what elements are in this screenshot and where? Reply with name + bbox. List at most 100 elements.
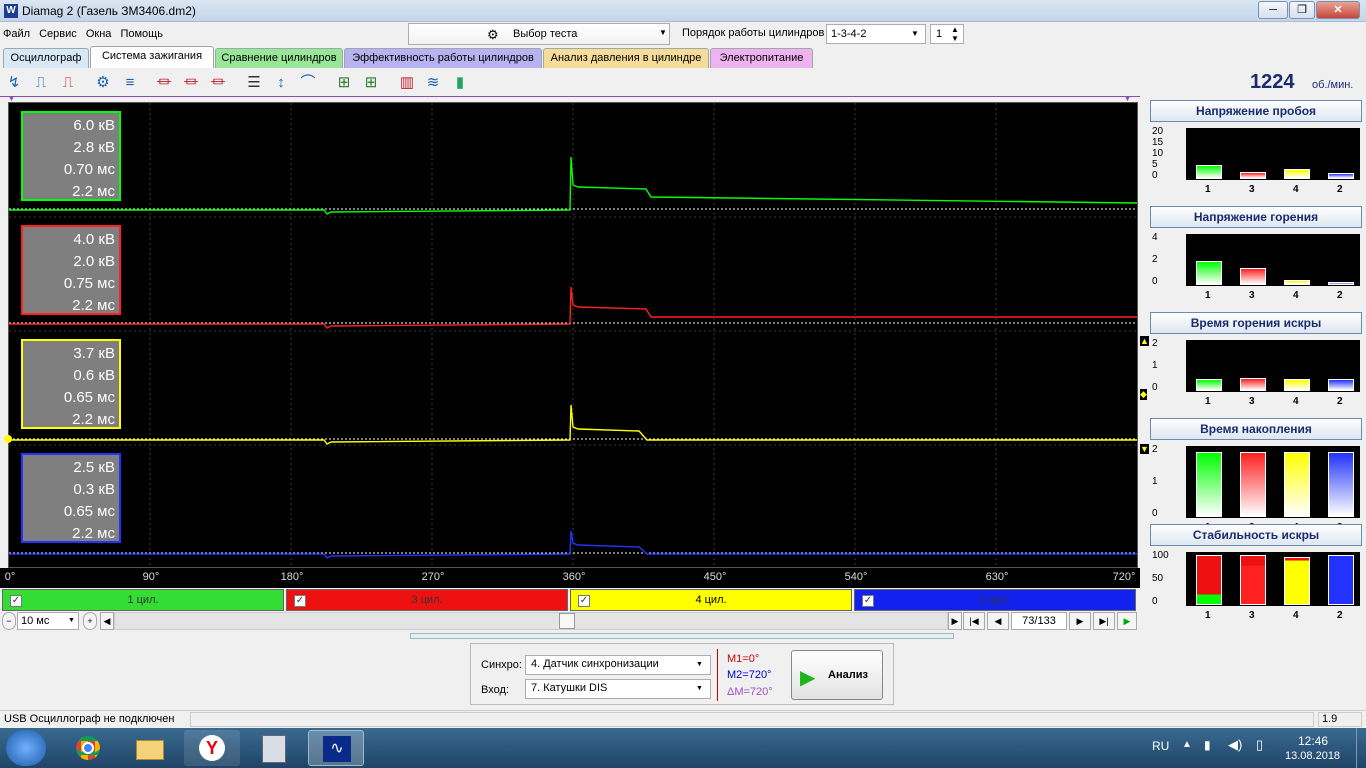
settings-icon: ⚙: [487, 27, 499, 42]
scan-view-icon[interactable]: ⊞: [361, 73, 381, 93]
clock-time[interactable]: 12:46: [1298, 734, 1328, 748]
network-icon[interactable]: ▮: [1204, 738, 1211, 752]
tab-cylinder-efficiency[interactable]: Эффективность работы цилиндров: [344, 48, 542, 68]
channel-level-icon[interactable]: [4, 435, 12, 443]
menu-service[interactable]: Сервис: [36, 24, 80, 44]
tab-power[interactable]: Электропитание: [710, 48, 813, 68]
histogram-view-icon[interactable]: ▥: [397, 73, 417, 93]
panel-1: Напряжение пробоя 20 15 10 5 0 1 3 4 2: [1150, 100, 1362, 202]
menu-windows[interactable]: Окна: [83, 24, 115, 44]
channel-align-icon[interactable]: ⏛: [181, 73, 201, 93]
fall-edge-icon[interactable]: ⎍: [58, 73, 78, 93]
bar-chart-icon[interactable]: ▮: [450, 73, 470, 93]
panel-x-label: 1: [1205, 184, 1211, 195]
cursor-measure-icon[interactable]: ↕: [271, 73, 291, 93]
input-value: 7. Катушки DIS: [531, 682, 608, 694]
trigger-level-icon[interactable]: ◆: [1140, 389, 1147, 400]
waveform-svg: [9, 103, 1137, 567]
channel-merge-icon[interactable]: ⏛: [208, 73, 228, 93]
zoom-in-icon[interactable]: +: [83, 612, 97, 630]
marker-2-readout: M2=720°: [727, 669, 772, 681]
channel-toggle-1[interactable]: ✓ 1 цил.: [2, 589, 284, 611]
start-button[interactable]: [6, 730, 46, 766]
minimize-button[interactable]: ─: [1258, 1, 1288, 19]
tab-oscilloscope[interactable]: Осциллограф: [3, 48, 89, 68]
panel-title: Время накопления: [1150, 418, 1362, 440]
checkbox-icon[interactable]: ✓: [862, 595, 874, 607]
diamag-taskbar-icon[interactable]: ∿: [308, 730, 364, 766]
analyze-button[interactable]: ▶ Анализ: [791, 650, 883, 700]
window-title: Diamag 2 (Газель ЗМ3406.dm2): [22, 4, 196, 18]
clock-date[interactable]: 13.08.2018: [1285, 750, 1340, 762]
menu-help[interactable]: Помощь: [117, 24, 166, 44]
horizontal-scrollbar[interactable]: [114, 612, 948, 630]
explorer-taskbar-icon[interactable]: [122, 730, 178, 766]
spectrum-view-icon[interactable]: ⊞: [334, 73, 354, 93]
scroll-left-icon[interactable]: ◀: [100, 612, 114, 630]
panel-y-label: 100: [1152, 550, 1169, 561]
panel-bar: [1328, 379, 1354, 391]
chrome-taskbar-icon[interactable]: [60, 730, 116, 766]
channel-toggle-3[interactable]: ✓ 4 цил.: [570, 589, 852, 611]
panel-chart: [1186, 234, 1360, 286]
menu-file[interactable]: Файл: [0, 24, 33, 44]
panel-bar: [1284, 557, 1310, 605]
channel-toggle-4[interactable]: ✓ 2 цил.: [854, 589, 1136, 611]
prev-frame-icon[interactable]: ◀: [987, 612, 1009, 630]
panel-y-label: 50: [1152, 573, 1164, 584]
panel-chart: [1186, 340, 1360, 392]
calculator-taskbar-icon[interactable]: [246, 730, 302, 766]
cylinder-spinner[interactable]: 1 ▲ ▼: [930, 24, 964, 44]
panel-bar: [1196, 261, 1222, 285]
show-desktop-button[interactable]: [1356, 728, 1366, 768]
zoom-out-icon[interactable]: −: [2, 612, 16, 630]
panel-x-label: 3: [1249, 610, 1255, 621]
title-bar: W Diamag 2 (Газель ЗМ3406.dm2) ─ ❐ ✕: [0, 0, 1366, 22]
panel-chart: [1186, 128, 1360, 180]
timebase-combo[interactable]: 10 мс ▼: [17, 612, 79, 630]
grid-lines-icon[interactable]: ☰: [244, 73, 264, 93]
first-frame-icon[interactable]: |◀: [963, 612, 985, 630]
channel-toggle-2[interactable]: ✓ 3 цил.: [286, 589, 568, 611]
waveform-overlay-icon[interactable]: ≋: [423, 73, 443, 93]
panel-bar: [1284, 379, 1310, 391]
checkbox-icon[interactable]: ✓: [294, 595, 306, 607]
channel-value: 4.0 кВ: [73, 231, 115, 248]
trigger-settings-icon[interactable]: ⚙: [93, 73, 113, 93]
close-button[interactable]: ✕: [1316, 1, 1360, 19]
tray-expand-icon[interactable]: ▲: [1182, 739, 1192, 750]
panel-y-label: 0: [1152, 170, 1158, 181]
input-combo[interactable]: 7. Катушки DIS ▼: [525, 679, 711, 699]
panel-title: Напряжение пробоя: [1150, 100, 1362, 122]
tab-ignition[interactable]: Система зажигания: [90, 46, 214, 68]
last-frame-icon[interactable]: ▶|: [1093, 612, 1115, 630]
language-indicator[interactable]: RU: [1152, 739, 1169, 753]
firing-order-combo[interactable]: 1-3-4-2 ▼: [826, 24, 926, 44]
tab-cylinder-compare[interactable]: Сравнение цилиндров: [215, 48, 343, 68]
rise-edge-icon[interactable]: ⎍: [31, 73, 51, 93]
yandex-taskbar-icon[interactable]: Y: [184, 730, 240, 766]
sync-combo[interactable]: 4. Датчик синхронизации ▼: [525, 655, 711, 675]
oscilloscope-display[interactable]: 6.0 кВ 2.8 кВ 0.70 мс 2.2 мс 4.0 кВ 2.0 кВ 0.…: [8, 102, 1138, 568]
tab-cylinder-pressure[interactable]: Анализ давления в цилиндре: [543, 48, 709, 68]
channel-split-icon[interactable]: ⏛: [154, 73, 174, 93]
play-icon[interactable]: ▶: [1117, 612, 1137, 630]
battery-icon[interactable]: ▯: [1256, 737, 1263, 753]
status-text: USB Осциллограф не подключен: [4, 713, 175, 725]
numbered-list-icon[interactable]: ≡: [120, 73, 140, 93]
probe-select-icon[interactable]: ↯: [4, 73, 24, 93]
scroll-right-icon[interactable]: ▶: [948, 612, 962, 630]
splitter-handle[interactable]: [410, 633, 954, 639]
test-select-combo[interactable]: ⚙ Выбор теста ▼: [408, 23, 670, 45]
maximize-button[interactable]: ❐: [1289, 1, 1315, 19]
volume-icon[interactable]: ◀): [1228, 737, 1242, 753]
spin-arrows-icon[interactable]: ▲ ▼: [951, 25, 959, 43]
panel-bar: [1240, 555, 1266, 605]
checkbox-icon[interactable]: ✓: [578, 595, 590, 607]
channel-3-info: 4.0 кВ 2.0 кВ 0.75 мс 2.2 мс: [21, 225, 121, 315]
scroll-thumb[interactable]: [559, 613, 575, 629]
checkbox-icon[interactable]: ✓: [10, 595, 22, 607]
spark-shape-icon[interactable]: ⌒: [298, 73, 318, 93]
chevron-down-icon: ▼: [659, 28, 667, 37]
next-frame-icon[interactable]: ▶: [1069, 612, 1091, 630]
